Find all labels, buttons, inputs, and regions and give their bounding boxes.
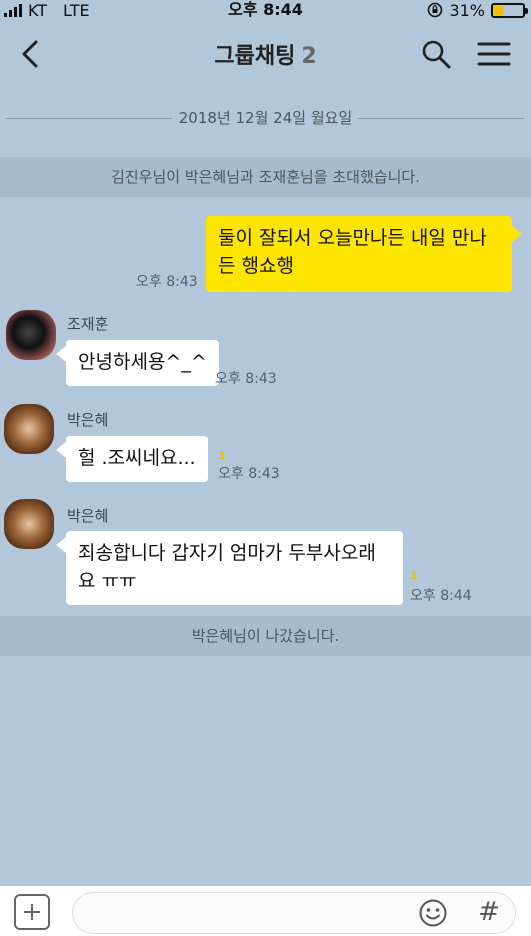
bubble-tail (56, 537, 66, 553)
bubble-tail (56, 442, 66, 458)
sender-name: 박은혜 (67, 411, 109, 429)
message-time: 오후 8:43 (136, 274, 198, 290)
message-input-bar: # (0, 886, 531, 936)
message-bubble[interactable]: 안녕하세용^_^ (66, 340, 219, 386)
search-icon[interactable] (418, 36, 454, 72)
message-input[interactable] (72, 892, 516, 934)
my-message-bubble[interactable]: 둘이 잘되서 오늘만나든 내일 만나 든 행쇼행 (206, 216, 512, 292)
rotation-lock-icon (428, 2, 443, 18)
plus-icon[interactable] (14, 894, 50, 930)
chat-screen: KT LTE 오후 8:44 31% 그룹채팅 2 2018년 12월 24일 … (0, 0, 531, 936)
message-time: 오후 8:43 (218, 466, 280, 482)
system-message-invite: 김진우님이 박은혜님과 조재훈님을 초대했습니다. (0, 157, 531, 197)
message-line: 든 행쇼행 (218, 255, 294, 277)
sender-name: 조재훈 (67, 315, 109, 333)
avatar[interactable] (4, 499, 54, 549)
avatar[interactable] (6, 310, 56, 360)
smiley-icon[interactable] (418, 898, 448, 928)
message-time: 오후 8:43 (215, 371, 277, 387)
message-bubble[interactable]: 헐 .조씨네요... (66, 436, 208, 482)
bubble-tail (56, 346, 66, 362)
battery-percent: 31% (449, 0, 485, 20)
hamburger-menu-icon[interactable] (474, 36, 514, 72)
bubble-tail (512, 226, 522, 242)
chat-header: 그룹채팅 2 (0, 24, 531, 84)
system-message-left: 박은혜님이 나갔습니다. (0, 616, 531, 656)
hashtag-icon[interactable]: # (474, 894, 504, 930)
sender-name: 박은혜 (67, 507, 109, 525)
battery-icon (491, 2, 528, 18)
unread-count: 1 (410, 569, 418, 582)
message-line: 헐 .조씨네요... (78, 447, 196, 469)
unread-count: 1 (218, 449, 226, 462)
date-divider: 2018년 12월 24일 월요일 (0, 106, 531, 130)
message-line: 요 ㅠㅠ (78, 570, 137, 592)
message-line: 안녕하세용^_^ (78, 351, 207, 373)
message-line: 죄송합니다 갑자기 엄마가 두부사오래 (78, 542, 376, 564)
message-time: 오후 8:44 (410, 588, 472, 604)
avatar[interactable] (4, 404, 54, 454)
message-line: 둘이 잘되서 오늘만나든 내일 만나 (218, 227, 487, 249)
member-count: 2 (301, 44, 317, 69)
message-bubble[interactable]: 죄송합니다 갑자기 엄마가 두부사오래 요 ㅠㅠ (66, 531, 403, 605)
chat-title-text: 그룹채팅 (214, 44, 296, 69)
status-bar: KT LTE 오후 8:44 31% (0, 0, 531, 20)
